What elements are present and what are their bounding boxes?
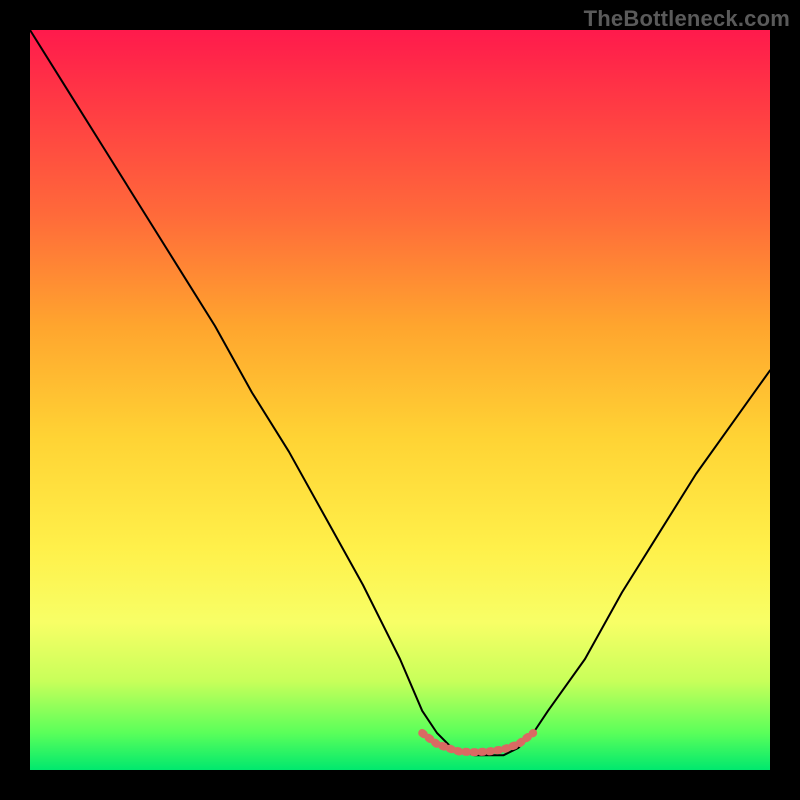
chart-frame: TheBottleneck.com	[0, 0, 800, 800]
bottleneck-curve	[30, 30, 770, 755]
watermark-text: TheBottleneck.com	[584, 6, 790, 32]
plot-area	[30, 30, 770, 770]
curve-svg	[30, 30, 770, 770]
